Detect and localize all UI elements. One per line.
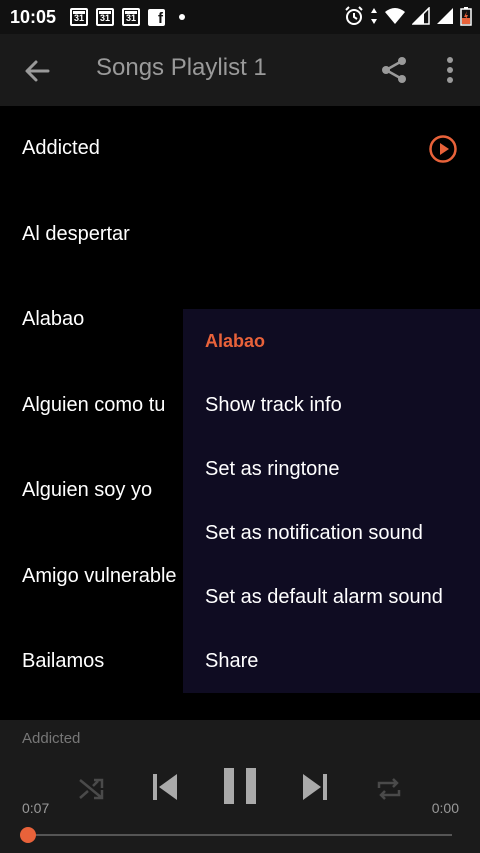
share-icon[interactable]	[380, 56, 408, 84]
elapsed-time: 0:07	[22, 800, 50, 816]
shuffle-icon[interactable]	[76, 774, 106, 804]
more-vert-icon[interactable]	[440, 56, 460, 84]
skip-next-icon[interactable]	[300, 770, 330, 804]
menu-item-set-ringtone[interactable]: Set as ringtone	[183, 437, 480, 501]
seek-thumb[interactable]	[20, 827, 36, 843]
context-menu: Alabao Show track info Set as ringtone S…	[183, 309, 480, 693]
battery-charging-icon	[460, 7, 472, 26]
song-title: Addicted	[22, 137, 100, 160]
calendar-icon: 31	[70, 8, 89, 26]
notification-dot-icon	[179, 14, 186, 20]
back-arrow-icon[interactable]	[22, 56, 52, 86]
menu-item-set-alarm-sound[interactable]: Set as default alarm sound	[183, 565, 480, 629]
song-title: Al despertar	[22, 222, 130, 245]
menu-item-share[interactable]: Share	[183, 629, 480, 693]
list-item[interactable]: Addicted	[0, 106, 480, 192]
menu-item-show-track-info[interactable]: Show track info	[183, 373, 480, 437]
signal-icon	[412, 7, 430, 25]
total-duration: 0:00	[431, 800, 459, 816]
status-time: 10:05	[10, 6, 57, 27]
toolbar: Songs Playlist 1	[0, 34, 480, 106]
wifi-icon	[385, 8, 405, 24]
song-title: Alguien soy yo	[22, 479, 153, 502]
song-title: Bailamos	[22, 650, 105, 673]
menu-item-label: Share	[205, 649, 259, 672]
facebook-icon: f	[148, 8, 166, 26]
player-bar: Addicted 0:07 0:00	[0, 720, 480, 853]
status-bar: 10:05 31 31 31 f	[0, 0, 480, 34]
menu-item-label: Set as default alarm sound	[205, 585, 443, 608]
menu-item-label: Set as ringtone	[205, 457, 340, 480]
song-title: Amigo vulnerable	[22, 564, 177, 587]
notification-icons: 31 31 31 f	[70, 8, 186, 26]
calendar-icon: 31	[96, 8, 115, 26]
signal-icon	[437, 8, 453, 24]
alarm-icon	[345, 6, 363, 25]
play-circle-icon[interactable]	[428, 134, 458, 164]
menu-header: Alabao	[205, 331, 266, 351]
menu-item-label: Set as notification sound	[205, 521, 423, 544]
song-title: Alguien como tu	[22, 393, 166, 416]
now-playing-title: Addicted	[22, 730, 81, 747]
menu-item-set-notification-sound[interactable]: Set as notification sound	[183, 501, 480, 565]
song-title: Alabao	[22, 308, 85, 331]
page-title: Songs Playlist 1	[96, 54, 267, 81]
menu-item-label: Show track info	[205, 393, 342, 416]
data-arrows-icon	[371, 8, 377, 24]
list-item[interactable]: Al despertar	[0, 192, 480, 278]
repeat-icon[interactable]	[374, 774, 404, 804]
seek-bar[interactable]	[28, 834, 452, 836]
system-icons	[344, 6, 472, 26]
skip-previous-icon[interactable]	[150, 770, 180, 804]
calendar-icon: 31	[122, 8, 141, 26]
pause-icon[interactable]	[222, 766, 258, 806]
